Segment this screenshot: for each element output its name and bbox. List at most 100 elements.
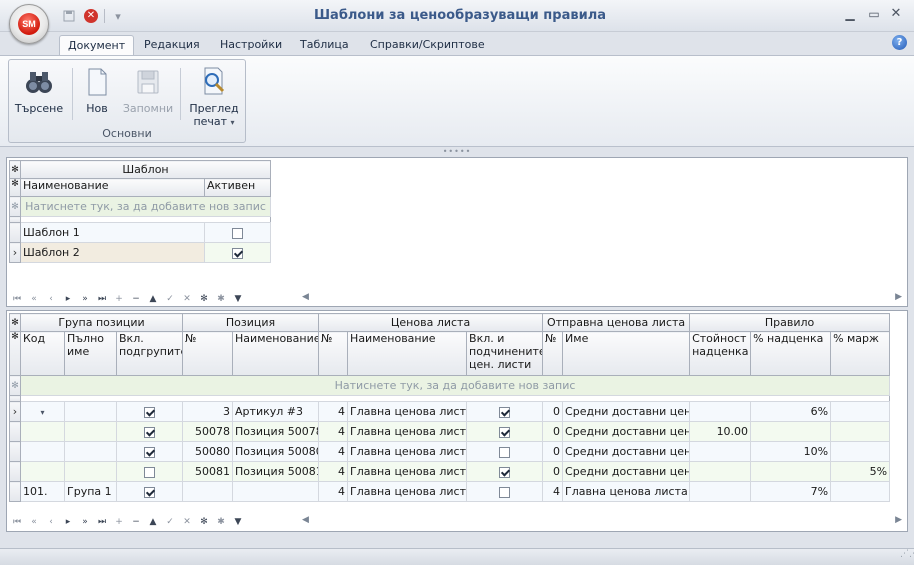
position-no-cell[interactable]: [182, 481, 234, 502]
table-row[interactable]: Шаблон 1: [9, 222, 271, 243]
prev-record-icon[interactable]: ‹: [46, 517, 56, 527]
markup-value-cell[interactable]: 10.00: [689, 421, 752, 442]
code-cell[interactable]: ▾: [20, 401, 65, 422]
qat-stop-icon[interactable]: ✕: [82, 7, 100, 25]
edit-icon[interactable]: ▲: [148, 517, 158, 527]
column-header-position-name[interactable]: Наименование: [232, 331, 320, 376]
column-header-active[interactable]: Активен: [204, 178, 271, 197]
markup-value-cell[interactable]: [689, 461, 752, 482]
position-name-cell[interactable]: Позиция 50081: [232, 461, 320, 482]
include-subgroups-checkbox[interactable]: [144, 426, 156, 438]
include-subgroups-cell[interactable]: [115, 401, 184, 422]
last-page-icon[interactable]: ⏭: [97, 294, 107, 304]
help-icon[interactable]: ?: [892, 35, 907, 50]
include-subgroups-checkbox[interactable]: [144, 466, 156, 478]
full-name-cell[interactable]: [64, 461, 117, 482]
table-row[interactable]: 50080 Позиция 50080 4 Главна ценова лист…: [9, 441, 891, 462]
prev-page-icon[interactable]: «: [29, 517, 39, 527]
next-record-icon[interactable]: ▸: [63, 517, 73, 527]
scroll-right-icon[interactable]: ▶: [895, 292, 902, 302]
table-row[interactable]: 50081 Позиция 50081 4 Главна ценова лист…: [9, 461, 891, 482]
prev-page-icon[interactable]: «: [29, 294, 39, 304]
application-menu-button[interactable]: SM: [9, 4, 49, 44]
new-row-prompt[interactable]: Натиснете тук, за да добавите нов запис: [20, 196, 271, 217]
column-header-source-name[interactable]: Име: [562, 331, 691, 376]
column-header-full-name[interactable]: Пълно име: [64, 331, 117, 376]
full-name-cell[interactable]: [64, 421, 117, 442]
pricelist-no-cell[interactable]: 4: [318, 401, 349, 422]
column-header-code[interactable]: Код: [20, 331, 65, 376]
scroll-left-icon[interactable]: ◀: [302, 292, 309, 302]
column-header-markup-percent[interactable]: % надценка: [750, 331, 832, 376]
include-child-lists-cell[interactable]: [466, 401, 544, 422]
markup-value-cell[interactable]: [689, 401, 752, 422]
column-header-include-subgroups[interactable]: Вкл. подгрупите: [115, 331, 184, 376]
next-record-icon[interactable]: ▸: [63, 294, 73, 304]
template-name-cell[interactable]: Шаблон 2: [20, 242, 205, 263]
source-no-cell[interactable]: 0: [542, 421, 564, 442]
next-page-icon[interactable]: »: [80, 294, 90, 304]
margin-percent-cell[interactable]: [830, 481, 891, 502]
bookmark-icon[interactable]: ✱: [216, 294, 226, 304]
refresh-icon[interactable]: ✻: [199, 517, 209, 527]
code-cell[interactable]: [20, 421, 65, 442]
column-header-pricelist-no[interactable]: №: [318, 331, 349, 376]
include-subgroups-cell[interactable]: [115, 461, 184, 482]
panel-splitter-grip[interactable]: •••••: [0, 148, 914, 156]
column-header-pricelist-name[interactable]: Наименование: [347, 331, 468, 376]
margin-percent-cell[interactable]: [830, 421, 891, 442]
full-name-cell[interactable]: [64, 441, 117, 462]
save-button[interactable]: Запомни: [121, 64, 175, 128]
position-name-cell[interactable]: [232, 481, 320, 502]
table-row[interactable]: › Шаблон 2: [9, 242, 271, 263]
source-name-cell[interactable]: Средни доставни цени: [562, 461, 691, 482]
include-child-lists-cell[interactable]: [466, 481, 544, 502]
cancel-icon[interactable]: ✕: [182, 294, 192, 304]
column-header-name[interactable]: Наименование: [20, 178, 205, 197]
minimize-icon[interactable]: ▁: [840, 6, 860, 22]
position-name-cell[interactable]: Артикул #3: [232, 401, 320, 422]
margin-percent-cell[interactable]: [830, 401, 891, 422]
pricelist-name-cell[interactable]: Главна ценова листа: [347, 401, 468, 422]
position-no-cell[interactable]: 50080: [182, 441, 234, 462]
position-name-cell[interactable]: Позиция 50080: [232, 441, 320, 462]
include-child-lists-checkbox[interactable]: [499, 406, 511, 418]
include-subgroups-cell[interactable]: [115, 421, 184, 442]
search-button[interactable]: Търсене: [14, 64, 64, 128]
include-child-lists-checkbox[interactable]: [499, 426, 511, 438]
active-checkbox[interactable]: [232, 247, 243, 259]
prev-record-icon[interactable]: ‹: [46, 294, 56, 304]
column-header-markup-value[interactable]: Стойност надценка: [689, 331, 752, 376]
qat-save-icon[interactable]: [60, 7, 78, 25]
bottom-grid-hscrollbar[interactable]: ◀ ▶: [302, 515, 902, 527]
post-icon[interactable]: ✓: [165, 517, 175, 527]
active-cell[interactable]: [204, 242, 271, 263]
tab-table[interactable]: Таблица: [292, 35, 357, 56]
append-icon[interactable]: +: [114, 294, 124, 304]
code-cell[interactable]: [20, 441, 65, 462]
markup-value-cell[interactable]: [689, 441, 752, 462]
pricelist-no-cell[interactable]: 4: [318, 481, 349, 502]
top-grid-hscrollbar[interactable]: ◀ ▶: [302, 292, 902, 304]
include-subgroups-checkbox[interactable]: [144, 446, 156, 458]
code-cell[interactable]: 101.: [20, 481, 65, 502]
source-no-cell[interactable]: 4: [542, 481, 564, 502]
table-row[interactable]: › ▾ 3 Артикул #3 4 Главна ценова листа 0…: [9, 401, 891, 422]
delete-icon[interactable]: −: [131, 517, 141, 527]
include-child-lists-checkbox[interactable]: [499, 446, 511, 458]
refresh-icon[interactable]: ✻: [199, 294, 209, 304]
code-cell[interactable]: [20, 461, 65, 482]
position-no-cell[interactable]: 3: [182, 401, 234, 422]
tab-settings[interactable]: Настройки: [212, 35, 290, 56]
pricelist-no-cell[interactable]: 4: [318, 461, 349, 482]
column-header-include-child-lists[interactable]: Вкл. и подчинените цен. листи: [466, 331, 544, 376]
include-child-lists-cell[interactable]: [466, 461, 544, 482]
source-name-cell[interactable]: Главна ценова листа: [562, 481, 691, 502]
first-page-icon[interactable]: ⏮: [12, 517, 22, 527]
markup-value-cell[interactable]: [689, 481, 752, 502]
print-preview-button[interactable]: Преглед печат ▾: [187, 64, 241, 128]
include-subgroups-cell[interactable]: [115, 481, 184, 502]
source-no-cell[interactable]: 0: [542, 441, 564, 462]
position-no-cell[interactable]: 50078: [182, 421, 234, 442]
append-icon[interactable]: +: [114, 517, 124, 527]
